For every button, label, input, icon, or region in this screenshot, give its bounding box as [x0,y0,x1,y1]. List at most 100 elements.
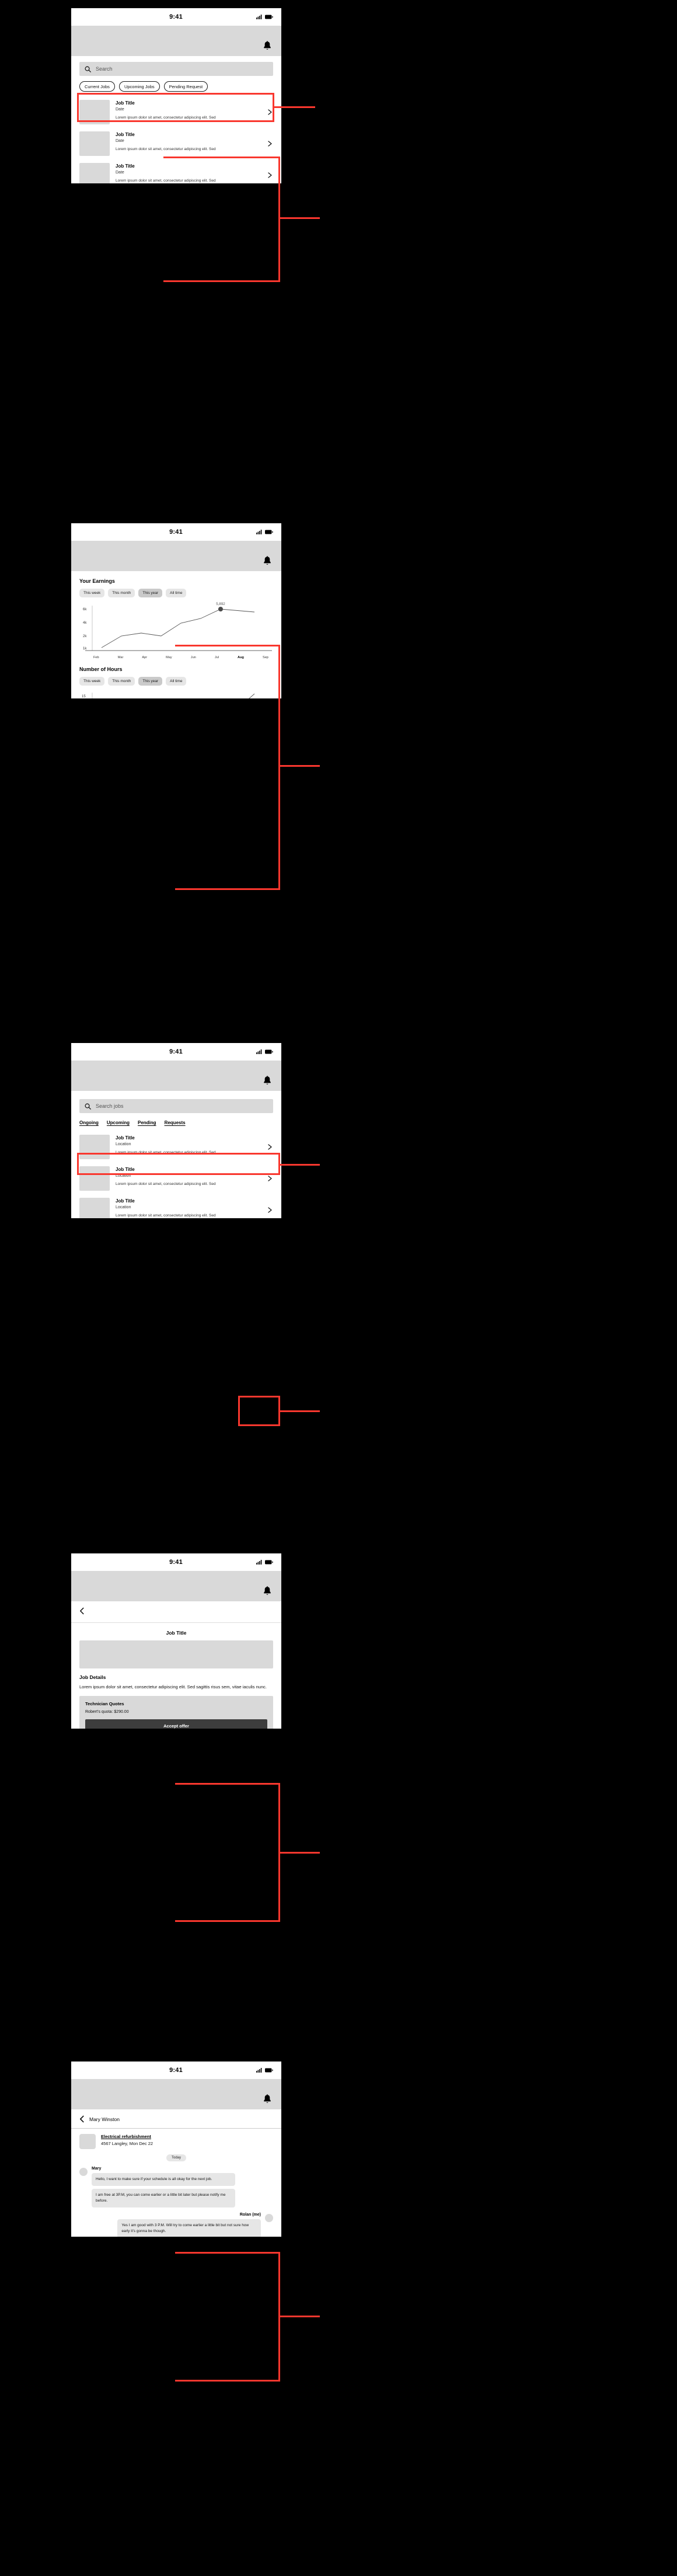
annotation-box-fab [238,1396,280,1426]
chip-current-jobs[interactable]: Current Jobs [79,81,115,92]
linked-job-card[interactable]: Electrical refurbishment 4567 Langley, M… [71,2129,281,2149]
battery-icon [264,1049,273,1054]
day-divider: Today [166,2154,186,2161]
search-input[interactable]: Search [79,62,273,76]
notification-bell-icon[interactable] [263,1586,272,1597]
annotation-leader [279,765,320,767]
status-bar: 9:41 [71,1043,281,1061]
job-list-item[interactable]: Job Title Date Lorem ipsum dolor sit ame… [79,128,273,159]
job-thumbnail [79,2134,96,2149]
svg-text:1k: 1k [83,647,87,651]
annotation-leader [274,106,315,108]
accept-offer-button[interactable]: Accept offer [85,1719,267,1729]
message-group-incoming: Mary Hello, I want to make sure if your … [71,2161,281,2210]
segment-this-week[interactable]: This week [79,677,105,686]
contact-name: Mary Winston [89,2116,120,2122]
chevron-right-icon[interactable] [266,1207,273,1214]
signal-icon [256,1049,262,1054]
signal-icon [256,2068,262,2073]
segment-this-month[interactable]: This month [108,677,135,686]
job-details-body: Lorem ipsum dolor sit amet, consectetur … [79,1684,267,1689]
annotation-box-messages [175,2252,280,2382]
segment-this-year[interactable]: This year [138,589,163,597]
screen-my-jobs: 9:41 Search jobs Ongoing Upcoming Pendin… [71,1043,281,1218]
search-jobs-input[interactable]: Search jobs [79,1099,273,1113]
status-time: 9:41 [169,1048,183,1055]
status-bar: 9:41 [71,2062,281,2079]
hours-line-chart: 15 10 5 380 [82,693,255,698]
job-date: Date [116,138,124,143]
segment-all-time[interactable]: All time [166,677,187,686]
linked-job-title[interactable]: Electrical refurbishment [101,2134,153,2139]
header-band [71,2079,281,2109]
job-title: Job Title [116,1198,135,1204]
x-tick: Sep [262,656,268,659]
quote-amount: Robert’s quota: $290.00 [85,1710,129,1715]
chevron-right-icon[interactable] [266,172,273,179]
notification-bell-icon[interactable] [263,41,272,51]
battery-icon [264,530,273,534]
job-title: Job Title [116,132,135,137]
job-status-tabs: Ongoing Upcoming Pending Requests [71,1113,281,1131]
search-placeholder: Search [96,66,113,72]
chip-pending-request[interactable]: Pending Request [163,81,208,92]
annotation-leader [279,1410,320,1412]
tab-upcoming[interactable]: Upcoming [107,1120,130,1125]
job-thumbnail [79,100,110,124]
message-bubble: Hello, I want to make sure if your sched… [92,2173,235,2186]
segment-this-year[interactable]: This year [138,677,163,686]
x-tick: Mar [117,656,124,659]
segment-all-time[interactable]: All time [166,589,187,597]
notification-bell-icon[interactable] [263,1076,272,1086]
job-list-item[interactable]: Job Title Location Lorem ipsum dolor sit… [79,1131,273,1163]
x-tick: Jun [190,656,196,659]
svg-text:4k: 4k [83,621,87,625]
job-description: Lorem ipsum dolor sit amet, consectetur … [116,1182,216,1187]
job-location: Location [116,1173,131,1178]
tab-requests[interactable]: Requests [165,1120,186,1125]
job-description: Lorem ipsum dolor sit amet, consectetur … [116,116,216,120]
segment-this-week[interactable]: This week [79,589,105,597]
annotation-leader [279,1852,320,1854]
battery-icon [264,15,273,19]
svg-text:5,892: 5,892 [216,602,225,606]
job-thumbnail [79,163,110,183]
earnings-line-chart: 6k 4k 2k 1k 5,892 [83,602,272,651]
annotation-box-quotes [175,1783,280,1922]
job-date: Date [116,107,124,112]
quotes-heading: Technician Quotes [85,1701,124,1707]
chevron-left-icon[interactable] [79,1607,85,1615]
chip-upcoming-jobs[interactable]: Upcoming Jobs [118,81,160,92]
job-location: Location [116,1142,131,1146]
job-list-item[interactable]: Job Title Location Lorem ipsum dolor sit… [79,1194,273,1218]
job-list: Job Title Location Lorem ipsum dolor sit… [71,1131,281,1218]
chevron-left-icon[interactable] [79,2115,85,2123]
job-title: Job Title [116,164,135,169]
job-list-item[interactable]: Job Title Date Lorem ipsum dolor sit ame… [79,96,273,128]
hours-segment-control: This week This month This year All time [71,672,281,686]
job-title: Job Title [116,100,135,106]
job-list-item[interactable]: Job Title Location Lorem ipsum dolor sit… [79,1163,273,1194]
search-icon [85,66,91,72]
chat-header: Mary Winston [71,2109,281,2129]
chevron-right-icon[interactable] [266,140,273,147]
status-bar: 9:41 [71,8,281,26]
chevron-right-icon[interactable] [266,1143,273,1150]
technician-quotes-card: Technician Quotes Robert’s quota: $290.0… [79,1696,273,1729]
chevron-right-icon[interactable] [266,109,273,116]
job-details-heading: Job Details [79,1674,106,1680]
svg-text:2k: 2k [83,635,87,638]
segment-this-month[interactable]: This month [108,589,135,597]
chevron-right-icon[interactable] [266,1175,273,1182]
x-tick: Apr [142,656,148,659]
notification-bell-icon[interactable] [263,556,272,566]
tab-ongoing[interactable]: Ongoing [79,1120,99,1125]
notification-bell-icon[interactable] [263,2094,272,2105]
screen-job-posts: 9:41 Search Current Jobs Upcoming Jobs P… [71,8,281,183]
job-list-item[interactable]: Job Title Date Lorem ipsum dolor sit ame… [79,159,273,183]
job-date: Date [116,170,124,175]
header-band [71,541,281,571]
signal-icon [256,530,262,534]
tab-pending[interactable]: Pending [138,1120,156,1125]
annotation-leader [279,217,320,219]
